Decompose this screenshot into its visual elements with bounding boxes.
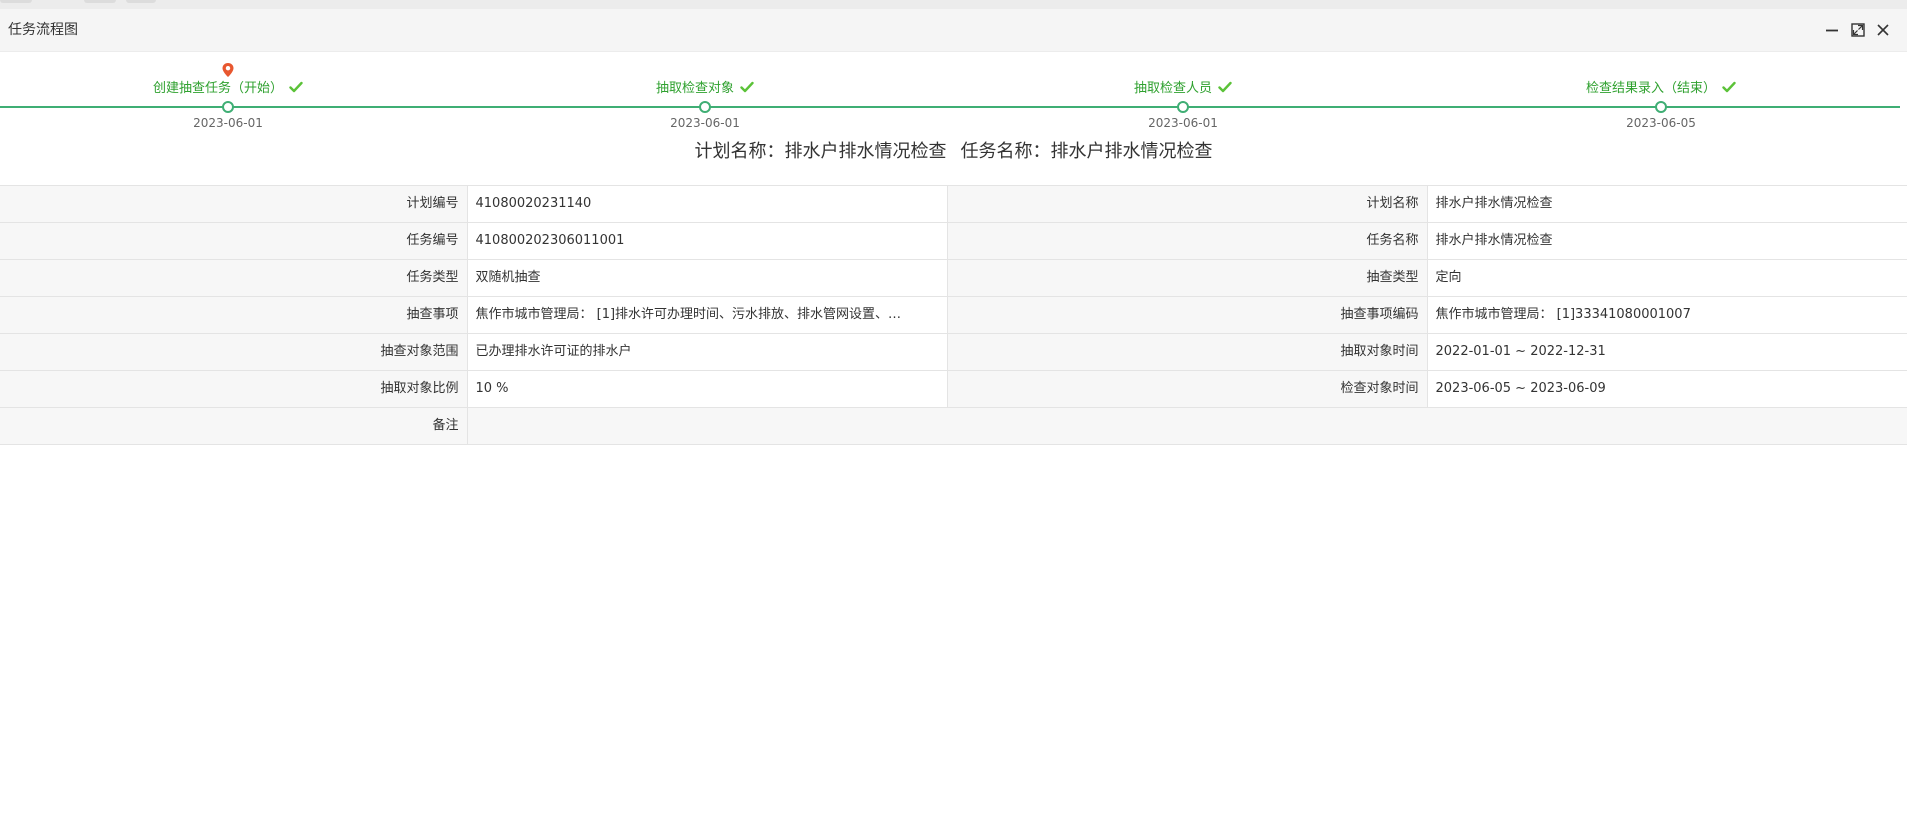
remark-label: 备注 [0,407,467,445]
table-row: 抽查事项 焦作市城市管理局： [1]排水许可办理时间、污水排放、排水管网设置、…… [0,296,1907,334]
field-label: 计划编号 [0,185,467,223]
field-value: 已办理排水许可证的排水户 [466,333,948,371]
field-value: 焦作市城市管理局： [1]排水许可办理时间、污水排放、排水管网设置、… [466,296,948,334]
tab-nub[interactable] [84,0,116,3]
field-label: 任务类型 [0,259,467,297]
maximize-button[interactable] [1849,21,1867,39]
check-icon [1218,81,1232,93]
timeline-track [0,106,1900,108]
minimize-button[interactable] [1823,21,1841,39]
step-date: 2023-06-05 [1626,116,1696,130]
table-row: 抽取对象比例 10 % 检查对象时间 2023-06-05 ~ 2023-06-… [0,370,1907,408]
step-label: 抽取检查对象 [656,80,754,98]
remark-value [466,407,1907,445]
table-row: 任务编号 410800202306011001 任务名称 排水户排水情况检查 [0,222,1907,260]
field-value: 2022-01-01 ~ 2022-12-31 [1426,333,1907,371]
step-node [222,101,234,113]
field-value: 41080020231140 [466,185,948,223]
tab-nub[interactable] [126,0,156,3]
field-label: 任务编号 [0,222,467,260]
minimize-icon [1826,29,1838,32]
table-row: 备注 [0,407,1907,445]
field-value: 定向 [1426,259,1907,297]
close-icon [1877,24,1889,36]
table-row: 任务类型 双随机抽查 抽查类型 定向 [0,259,1907,297]
field-label: 检查对象时间 [947,370,1427,408]
field-value: 排水户排水情况检查 [1426,185,1907,223]
field-label: 抽查事项编码 [947,296,1427,334]
field-label: 抽取对象时间 [947,333,1427,371]
step-node [1177,101,1189,113]
window-title: 任务流程图 [8,22,78,38]
plan-name-heading: 计划名称：排水户排水情况检查 [694,141,947,162]
field-label: 抽取对象比例 [0,370,467,408]
table-row: 抽查对象范围 已办理排水许可证的排水户 抽取对象时间 2022-01-01 ~ … [0,333,1907,371]
step-node [699,101,711,113]
process-timeline: 创建抽查任务（开始） 2023-06-01 抽取检查对象 2023-06-01 … [0,52,1907,132]
plan-task-headline: 计划名称：排水户排水情况检查 任务名称：排水户排水情况检查 [0,139,1907,165]
field-value: 410800202306011001 [466,222,948,260]
step-label: 检查结果录入（结束） [1586,80,1736,98]
tab-nub[interactable] [0,0,32,3]
field-label: 抽查事项 [0,296,467,334]
close-button[interactable] [1874,21,1892,39]
field-value: 焦作市城市管理局： [1]33341080001007 [1426,296,1907,334]
location-pin-icon [222,63,234,77]
step-node [1655,101,1667,113]
check-icon [289,81,303,93]
step-date: 2023-06-01 [670,116,740,130]
field-label: 抽查类型 [947,259,1427,297]
check-icon [740,81,754,93]
maximize-icon [1851,23,1865,37]
check-icon [1722,81,1736,93]
top-strip [0,0,1907,9]
table-row: 计划编号 41080020231140 计划名称 排水户排水情况检查 [0,185,1907,223]
task-info-table: 计划编号 41080020231140 计划名称 排水户排水情况检查 任务编号 … [0,185,1907,445]
step-label: 创建抽查任务（开始） [153,80,303,98]
field-label: 任务名称 [947,222,1427,260]
step-date: 2023-06-01 [1148,116,1218,130]
field-label: 抽查对象范围 [0,333,467,371]
step-label: 抽取检查人员 [1134,80,1232,98]
field-value: 10 % [466,370,948,408]
window-titlebar: 任务流程图 [0,9,1907,52]
step-date: 2023-06-01 [193,116,263,130]
field-value: 排水户排水情况检查 [1426,222,1907,260]
field-value: 2023-06-05 ~ 2023-06-09 [1426,370,1907,408]
field-value: 双随机抽查 [466,259,948,297]
field-label: 计划名称 [947,185,1427,223]
task-name-heading: 任务名称：排水户排水情况检查 [960,141,1213,162]
